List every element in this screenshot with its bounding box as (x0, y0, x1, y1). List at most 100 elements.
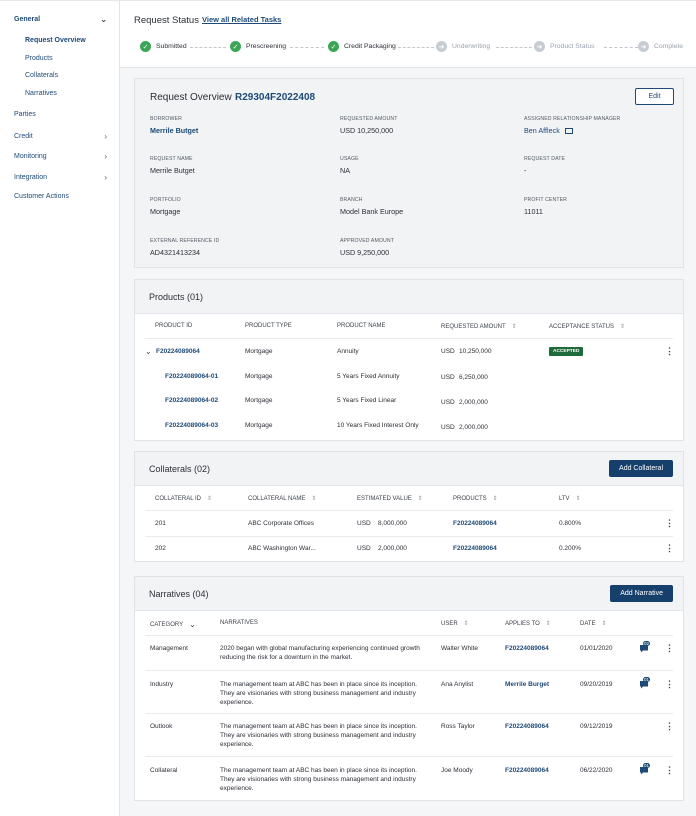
step-label: Underwriting (452, 43, 491, 50)
field-label: PORTFOLIO (150, 197, 181, 203)
field-label: ASSIGNED RELATIONSHIP MANAGER (524, 116, 621, 122)
sidebar-item-general[interactable]: General ⌄ (14, 15, 107, 24)
column-header-sortable[interactable]: REQUESTED AMOUNT ⇕ (441, 323, 517, 331)
sidebar-sub-narratives[interactable]: Narratives (25, 90, 57, 97)
sidebar-item-monitoring[interactable]: Monitoring › (14, 152, 107, 161)
contact-card-icon (564, 128, 573, 135)
usage: NA (340, 166, 350, 175)
row-divider (145, 670, 673, 671)
column-header-sortable[interactable]: LTV ⇕ (559, 495, 581, 503)
product-name: 10 Years Fixed Interest Only (337, 422, 419, 429)
row-divider (145, 536, 673, 537)
sort-icon: ⇕ (620, 324, 626, 330)
category: Outlook (150, 723, 173, 730)
product-link[interactable]: F20224089064 (453, 520, 497, 527)
comment-count: 01 (643, 677, 651, 682)
chevron-down-icon[interactable]: ⌄ (145, 347, 152, 356)
sort-icon: ⇕ (463, 621, 469, 627)
collateral-name: ABC Corporate Offices (248, 520, 314, 527)
currency: USD (441, 399, 455, 406)
column-header: PRODUCT ID (155, 323, 193, 329)
request-name: Merrile Butget (150, 166, 195, 175)
amount: 2,000,000 (459, 424, 488, 431)
more-options-icon[interactable]: ⋮ (665, 765, 674, 776)
product-id-link[interactable]: F20224089064-03 (165, 422, 218, 429)
check-icon: ✓ (140, 41, 151, 52)
column-header: NARRATIVES (220, 620, 258, 626)
more-options-icon[interactable]: ⋮ (665, 518, 674, 529)
step-submitted: ✓ Submitted (140, 41, 187, 52)
column-header-category[interactable]: CATEGORY ⌄ (150, 620, 196, 629)
request-status-header: Request Status View all Related Tasks ✓ … (120, 0, 696, 68)
user: Joe Moody (441, 767, 473, 774)
collaterals-panel: Collaterals (02) Add Collateral COLLATER… (134, 451, 684, 562)
products-panel-header: Products (01) (135, 280, 683, 314)
product-id-link[interactable]: F20224089064-01 (165, 373, 218, 380)
product-type: Mortgage (245, 397, 273, 404)
ltv: 0.200% (559, 545, 582, 552)
rm-name: Ben Affleck (524, 126, 560, 135)
edit-button[interactable]: Edit (635, 88, 674, 105)
comment-icon[interactable] (640, 681, 649, 689)
arrow-right-icon: ➜ (638, 41, 649, 52)
view-related-tasks-link[interactable]: View all Related Tasks (202, 15, 281, 24)
estimated-value: 8,000,000 (378, 520, 407, 527)
field-label: BORROWER (150, 116, 182, 122)
applies-to-link[interactable]: F20224089064 (505, 645, 549, 652)
date: 01/01/2020 (580, 645, 613, 652)
arrow-right-icon: ➜ (436, 41, 447, 52)
product-type: Mortgage (245, 422, 273, 429)
column-header-sortable[interactable]: COLLATERAL NAME ⇕ (248, 495, 316, 503)
sidebar-item-label: General (14, 16, 41, 23)
relationship-manager-link[interactable]: Ben Affleck (524, 126, 573, 135)
user: Ana Anylist (441, 681, 474, 688)
sidebar-item-parties[interactable]: Parties (14, 111, 107, 118)
narrative-text: The management team at ABC has been in p… (220, 723, 417, 748)
sidebar-item-integration[interactable]: Integration › (14, 173, 107, 182)
column-header-sortable[interactable]: ESTIMATED VALUE ⇕ (357, 495, 423, 503)
profit-center: 11011 (524, 207, 543, 216)
sidebar-sub-request-overview[interactable]: Request Overview (25, 37, 86, 44)
sidebar-sub-products[interactable]: Products (25, 55, 53, 62)
more-options-icon[interactable]: ⋮ (665, 543, 674, 554)
field-label: BRANCH (340, 197, 363, 203)
currency: USD (441, 348, 455, 355)
sidebar-item-label: Parties (14, 111, 36, 118)
applies-to-link[interactable]: F20224089064 (505, 767, 549, 774)
product-id-link[interactable]: F20224089064-02 (165, 397, 218, 404)
sidebar-item-customer-actions[interactable]: Customer Actions (14, 193, 107, 200)
add-collateral-button[interactable]: Add Collateral (609, 460, 673, 477)
comment-count: 02 (643, 641, 651, 646)
sidebar-sub-collaterals[interactable]: Collaterals (25, 72, 58, 79)
column-header-sortable[interactable]: ACCEPTANCE STATUS ⇕ (549, 323, 626, 331)
more-options-icon[interactable]: ⋮ (665, 721, 674, 732)
sidebar-item-credit[interactable]: Credit › (14, 132, 107, 141)
column-header-sortable[interactable]: USER ⇕ (441, 620, 469, 628)
column-header-sortable[interactable]: DATE ⇕ (580, 620, 607, 628)
add-narrative-button[interactable]: Add Narrative (610, 585, 673, 602)
product-link[interactable]: F20224089064 (453, 545, 497, 552)
product-id-link[interactable]: F20224089064 (156, 348, 200, 355)
field-label: REQUESTED AMOUNT (340, 116, 398, 122)
collaterals-panel-header: Collaterals (02) Add Collateral (135, 452, 683, 486)
comment-icon[interactable] (640, 767, 649, 775)
column-header-sortable[interactable]: PRODUCTS ⇕ (453, 495, 498, 503)
more-options-icon[interactable]: ⋮ (665, 346, 674, 357)
comment-icon[interactable] (640, 645, 649, 653)
comment-count: 01 (643, 763, 651, 768)
borrower-link[interactable]: Merrile Butget (150, 126, 198, 135)
sort-icon: ⇕ (601, 621, 607, 627)
narrative-text: 2020 began with global manufacturing exp… (220, 645, 420, 661)
more-options-icon[interactable]: ⋮ (665, 643, 674, 654)
user: Ross Taylor (441, 723, 475, 730)
column-header-sortable[interactable]: COLLATERAL ID ⇕ (155, 495, 212, 503)
applies-to-link[interactable]: Merrile Burget (505, 681, 549, 688)
more-options-icon[interactable]: ⋮ (665, 679, 674, 690)
row-divider (145, 635, 673, 636)
sort-icon: ⇕ (575, 496, 581, 502)
column-header-sortable[interactable]: APPLIES TO ⇕ (505, 620, 551, 628)
field-label: APPROVED AMOUNT (340, 238, 394, 244)
step-credit-packaging: ✓ Credit Packaging (328, 41, 396, 52)
column-header: PRODUCT TYPE (245, 323, 292, 329)
applies-to-link[interactable]: F20224089064 (505, 723, 549, 730)
